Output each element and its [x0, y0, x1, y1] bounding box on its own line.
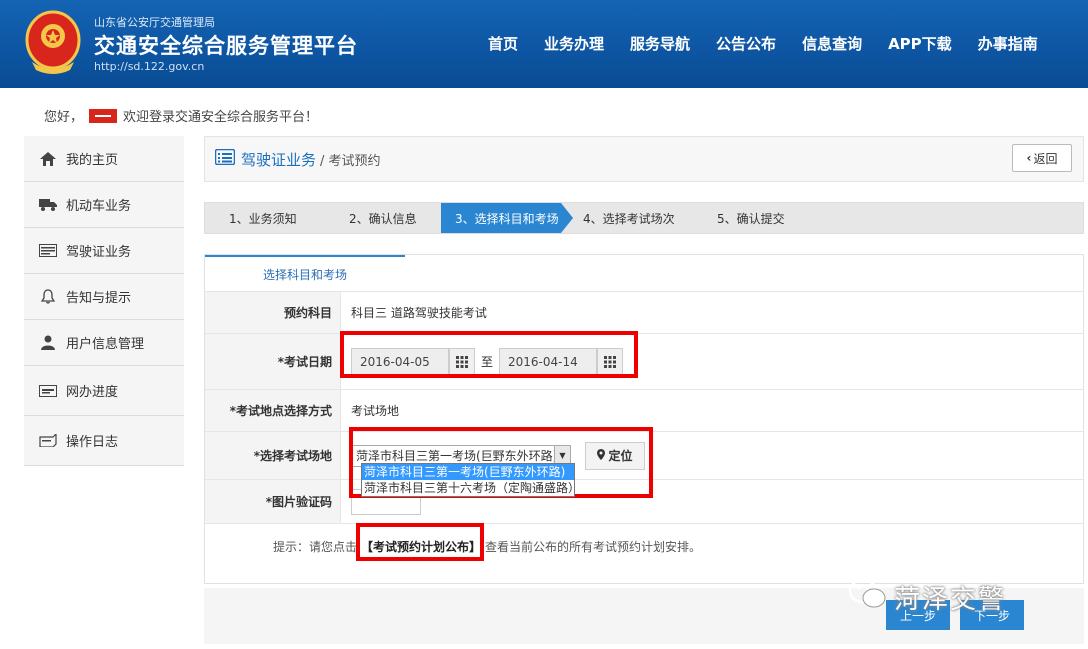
- plan-announcement-link[interactable]: 【考试预约计划公布】: [361, 538, 481, 555]
- sidebar-item-vehicle[interactable]: 机动车业务: [24, 182, 184, 228]
- row-subject: 预约科目 科目三 道路驾驶技能考试: [205, 291, 1083, 333]
- greeting-suffix: 欢迎登录交通安全综合服务平台！: [123, 110, 319, 125]
- sidebar-item-license[interactable]: 驾驶证业务: [24, 228, 184, 274]
- sidebar-item-label: 驾驶证业务: [66, 245, 132, 260]
- sidebar-item-label: 用户信息管理: [66, 337, 145, 352]
- step-5: 5、确认提交: [717, 211, 785, 226]
- sidebar: 我的主页 机动车业务 驾驶证业务 告知与提示 用户信息管理 网办进度 操作日志: [24, 136, 184, 466]
- home-icon: [38, 151, 58, 167]
- map-pin-icon: [597, 448, 606, 463]
- org-name: 山东省公安厅交通管理局: [94, 16, 215, 29]
- date-to-text: 至: [481, 355, 494, 369]
- step-3-active: 3、选择科目和考场: [441, 203, 573, 233]
- sidebar-item-user-info[interactable]: 用户信息管理: [24, 320, 184, 366]
- greeting: 您好， 欢迎登录交通安全综合服务平台！: [44, 106, 318, 125]
- nav-app-download[interactable]: APP下载: [888, 33, 952, 54]
- venue-option[interactable]: 菏泽市科目三第一考场(巨野东外环路): [362, 464, 574, 480]
- breadcrumb-main[interactable]: 驾驶证业务: [241, 149, 316, 170]
- step-2: 2、确认信息: [349, 211, 417, 226]
- breadcrumb-sub: / 考试预约: [320, 153, 381, 169]
- sidebar-item-progress[interactable]: 网办进度: [24, 366, 184, 416]
- method-label: *考试地点选择方式: [205, 390, 341, 431]
- step-1: 1、业务须知: [229, 211, 297, 226]
- venue-dropdown-list: 菏泽市科目三第一考场(巨野东外环路) 菏泽市科目三第十六考场（定陶通盛路）: [361, 463, 575, 497]
- site-title: 交通安全综合服务管理平台: [94, 34, 358, 58]
- sidebar-item-label: 机动车业务: [66, 199, 132, 214]
- breadcrumb: 驾驶证业务 / 考试预约 ‹ 返回: [204, 136, 1084, 182]
- nav-home[interactable]: 首页: [488, 33, 518, 54]
- sidebar-item-notices[interactable]: 告知与提示: [24, 274, 184, 320]
- nav-service-guide[interactable]: 服务导航: [630, 33, 690, 54]
- site-url: http://sd.122.gov.cn: [94, 60, 205, 73]
- hint-row: 提示：请您点击 【考试预约计划公布】 查看当前公布的所有考试预约计划安排。: [205, 523, 1083, 569]
- hint-suffix: 查看当前公布的所有考试预约计划安排。: [485, 540, 702, 554]
- greeting-prefix: 您好，: [44, 110, 84, 125]
- captcha-label: *图片验证码: [205, 480, 341, 523]
- row-captcha: *图片验证码: [205, 479, 1083, 523]
- venue-selected-value: 菏泽市科目三第一考场(巨野东外环路): [356, 449, 558, 463]
- calendar-icon[interactable]: [597, 347, 624, 376]
- log-icon: [38, 433, 58, 449]
- list-icon: [214, 148, 236, 169]
- date-label: *考试日期: [205, 334, 341, 389]
- step-4: 4、选择考试场次: [583, 211, 675, 226]
- user-icon: [38, 335, 58, 351]
- sidebar-item-label: 告知与提示: [66, 291, 132, 306]
- row-exam-date: *考试日期 2016-04-05 至 2016-04-14: [205, 333, 1083, 389]
- row-location-method: *考试地点选择方式 考试场地: [205, 389, 1083, 431]
- wechat-icon: [848, 578, 888, 617]
- sidebar-item-label: 操作日志: [66, 435, 119, 450]
- sidebar-item-label: 我的主页: [66, 153, 119, 168]
- method-value: 考试场地: [351, 404, 400, 418]
- top-nav: 首页 业务办理 服务导航 公告公布 信息查询 APP下载 办事指南: [488, 33, 1064, 54]
- venue-option[interactable]: 菏泽市科目三第十六考场（定陶通盛路）: [362, 480, 574, 496]
- header: 山东省公安厅交通管理局 交通安全综合服务管理平台 http://sd.122.g…: [0, 0, 1088, 88]
- back-button-label: 返回: [1033, 151, 1058, 166]
- nav-announcements[interactable]: 公告公布: [716, 33, 776, 54]
- nav-guide[interactable]: 办事指南: [978, 33, 1038, 54]
- form-panel: 选择科目和考场 预约科目 科目三 道路驾驶技能考试 *考试日期 2016-04-…: [204, 254, 1084, 584]
- main-content: 驾驶证业务 / 考试预约 ‹ 返回 1、业务须知 2、确认信息 3、选择科目和考…: [204, 136, 1084, 644]
- locate-button-label: 定位: [608, 449, 633, 463]
- progress-icon: [38, 383, 58, 399]
- bell-icon: [38, 289, 58, 305]
- redacted-username: [89, 108, 118, 123]
- subject-label: 预约科目: [205, 292, 341, 333]
- watermark-text: 菏泽交警: [894, 585, 1007, 615]
- date-to-input[interactable]: 2016-04-14: [499, 347, 598, 376]
- license-card-icon: [38, 243, 58, 259]
- sidebar-item-home[interactable]: 我的主页: [24, 136, 184, 182]
- police-emblem-icon: [25, 10, 81, 74]
- chevron-left-icon: ‹: [1026, 151, 1032, 165]
- calendar-icon[interactable]: [449, 347, 475, 376]
- nav-business[interactable]: 业务办理: [544, 33, 604, 54]
- tab-select-subject-venue[interactable]: 选择科目和考场: [205, 255, 405, 291]
- nav-info-query[interactable]: 信息查询: [802, 33, 862, 54]
- sidebar-item-label: 网办进度: [66, 385, 119, 400]
- row-venue: *选择考试场地 菏泽市科目三第一考场(巨野东外环路) ▼ 定位: [205, 431, 1083, 479]
- sidebar-item-log[interactable]: 操作日志: [24, 416, 184, 466]
- step-progress: 1、业务须知 2、确认信息 3、选择科目和考场 4、选择考试场次 5、确认提交: [204, 202, 1084, 234]
- subject-value: 科目三 道路驾驶技能考试: [351, 306, 487, 320]
- truck-icon: [38, 197, 58, 213]
- locate-button[interactable]: 定位: [585, 441, 645, 470]
- date-from-input[interactable]: 2016-04-05: [351, 347, 449, 376]
- hint-prefix: 提示：请您点击: [273, 540, 358, 554]
- venue-label: *选择考试场地: [205, 432, 341, 479]
- back-button[interactable]: ‹ 返回: [1012, 144, 1072, 172]
- watermark: 菏泽交警: [848, 578, 1006, 617]
